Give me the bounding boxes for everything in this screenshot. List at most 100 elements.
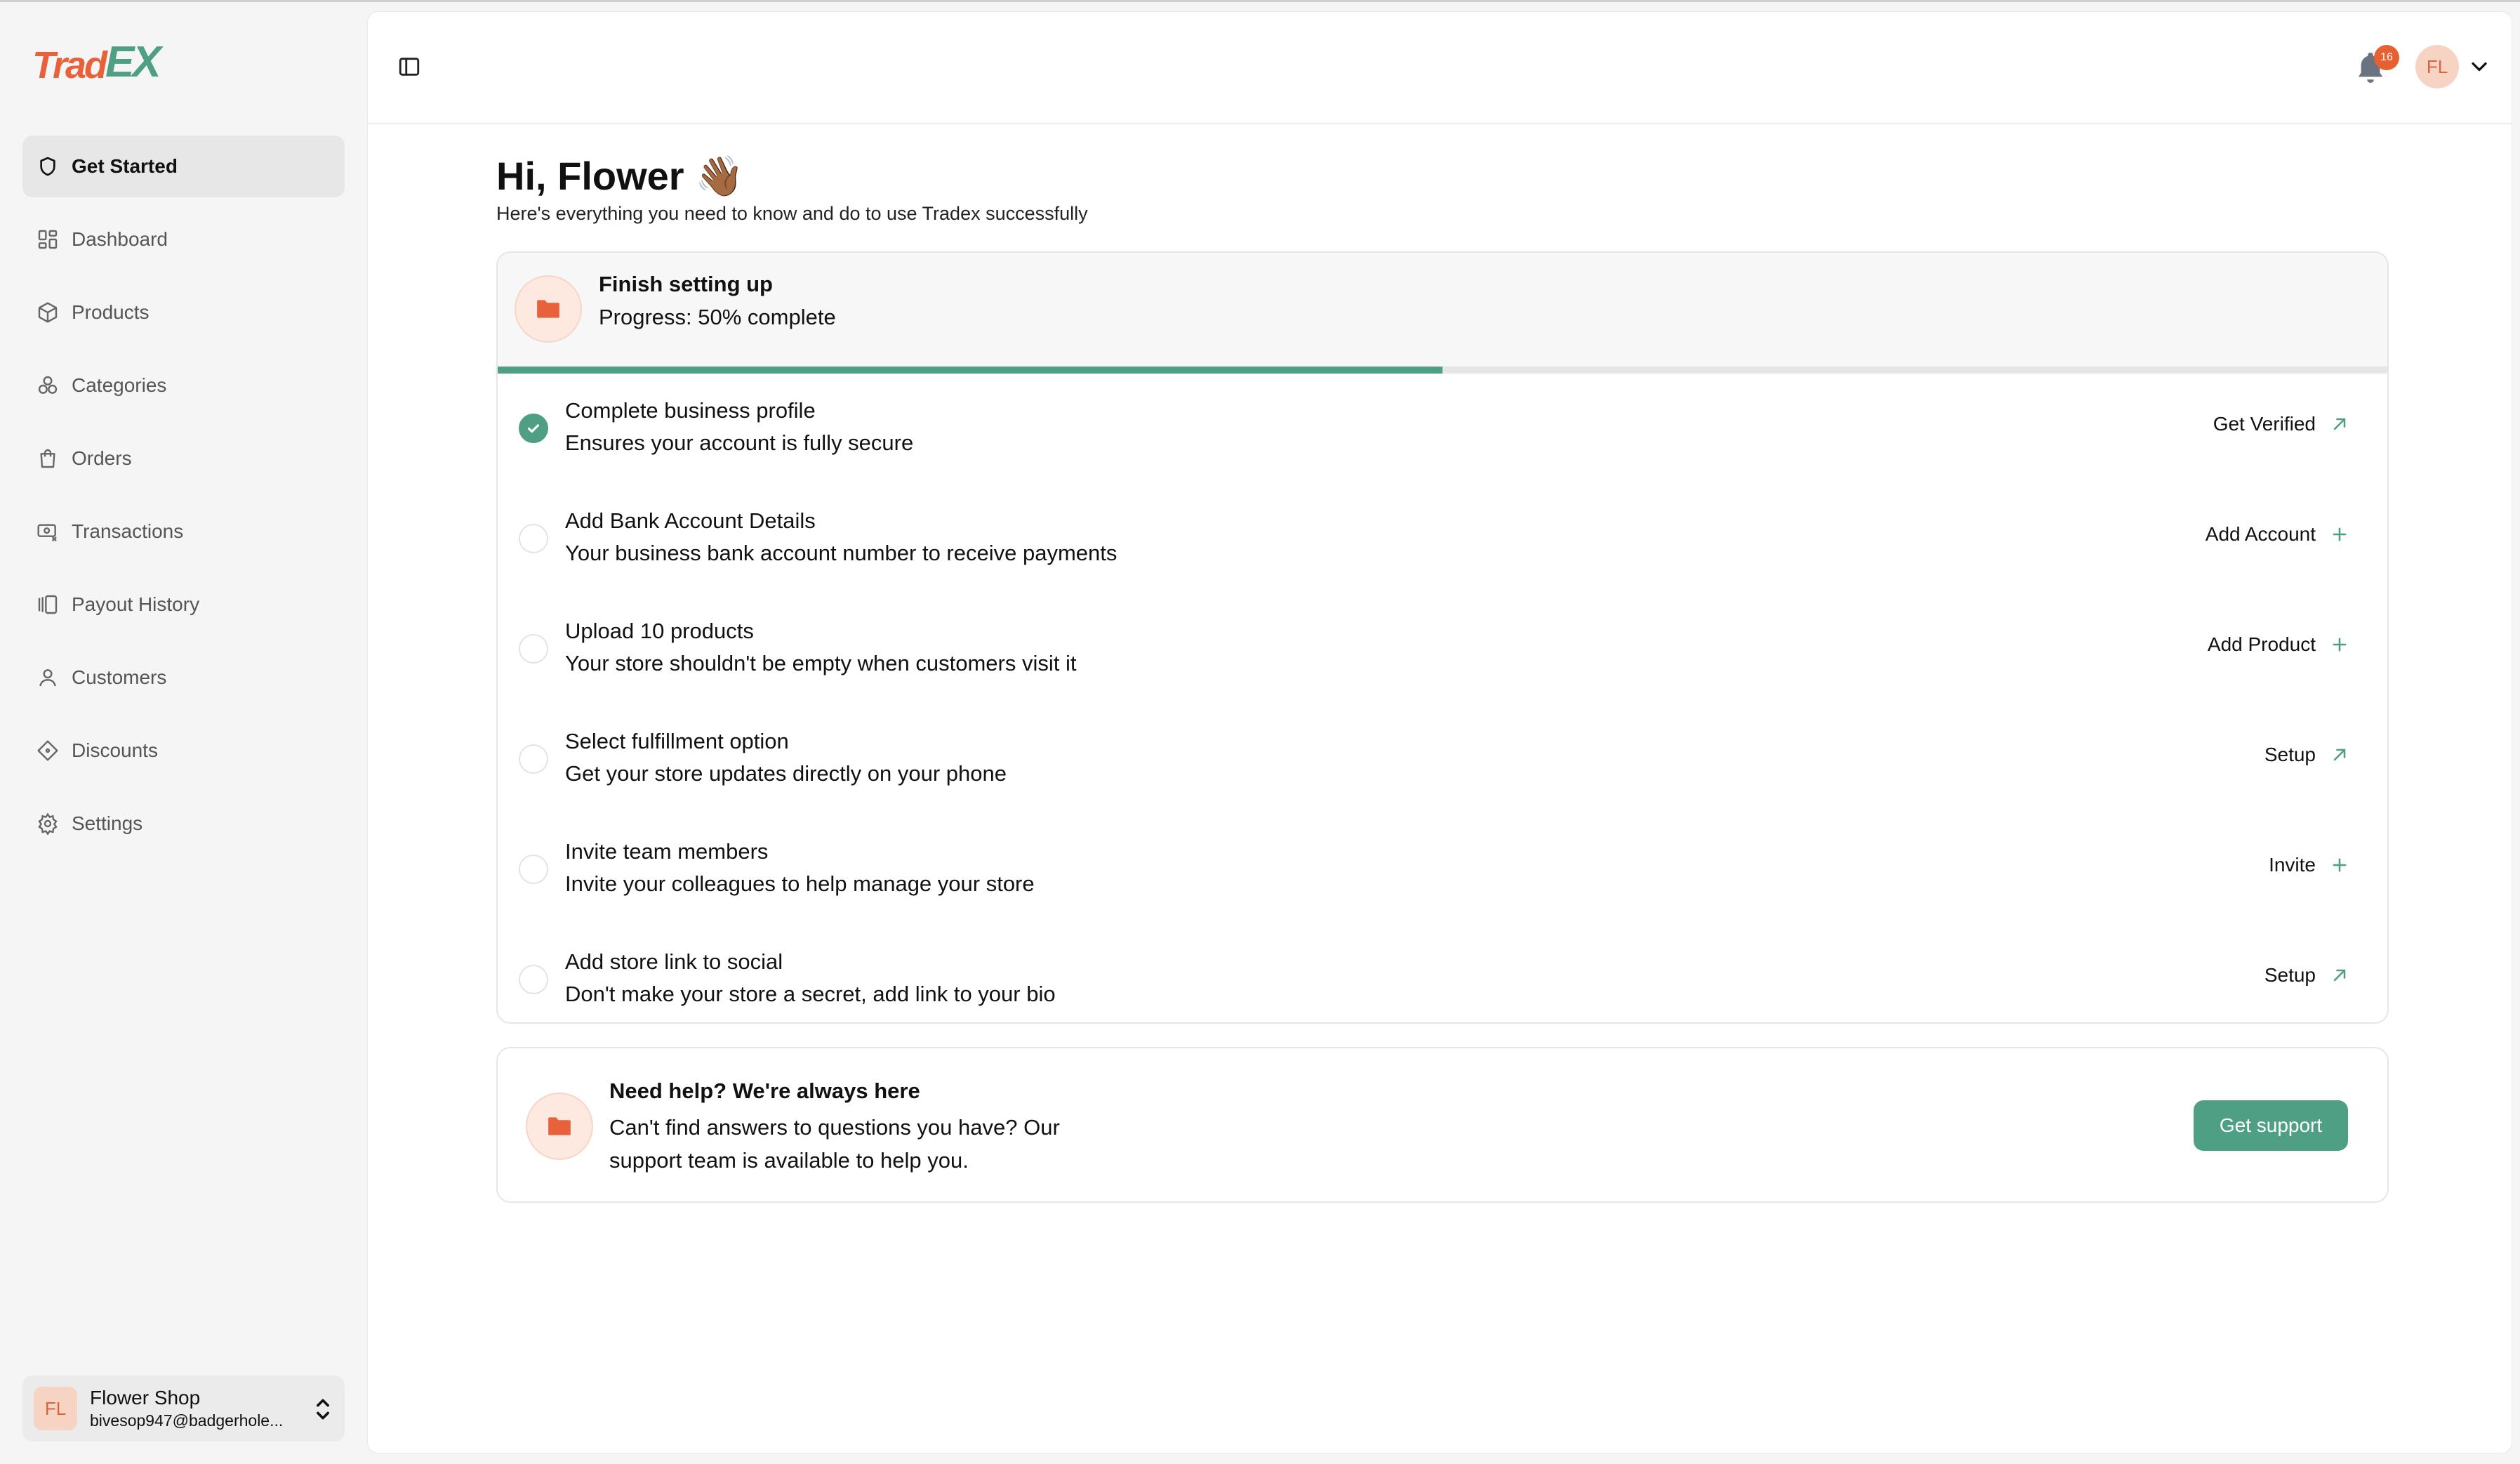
task-item-upload-products: Upload 10 products Your store shouldn't … (498, 594, 2387, 704)
task-checkbox-checked[interactable] (519, 414, 548, 443)
sidebar-item-label: Transactions (72, 520, 184, 542)
sidebar-nav: Get Started Dashboard Products Categorie… (22, 136, 345, 866)
sidebar-toggle-icon[interactable] (397, 55, 421, 79)
sidebar-item-transactions[interactable]: Transactions (22, 501, 345, 562)
plus-icon (2333, 527, 2347, 541)
task-action-label: Setup (2264, 964, 2316, 986)
sidebar: Trad EX Get Started Dashboard Products C… (0, 0, 367, 1464)
sidebar-item-customers[interactable]: Customers (22, 647, 345, 708)
sidebar-item-label: Discounts (72, 739, 158, 761)
task-description: Don't make your store a secret, add link… (565, 982, 1056, 1006)
greeting-section: Hi, Flower 👋🏾 Here's everything you need… (496, 152, 1088, 225)
task-checkbox[interactable] (519, 744, 548, 774)
task-item-bank-account: Add Bank Account Details Your business b… (498, 484, 2387, 594)
task-description: Your store shouldn't be empty when custo… (565, 651, 1077, 675)
task-title: Upload 10 products (565, 619, 754, 643)
folder-icon (515, 275, 582, 343)
task-item-business-profile: Complete business profile Ensures your a… (498, 374, 2387, 484)
check-icon (527, 424, 540, 433)
task-title: Add store link to social (565, 949, 783, 974)
task-description: Ensures your account is fully secure (565, 430, 914, 455)
tag-icon (35, 738, 60, 763)
logo-text-ex: EX (105, 38, 161, 86)
sidebar-item-categories[interactable]: Categories (22, 355, 345, 416)
shield-icon (35, 154, 60, 179)
tradex-logo[interactable]: Trad EX (32, 38, 161, 87)
get-verified-button[interactable]: Get Verified (2213, 413, 2349, 435)
store-info: Flower Shop bivesop947@badgerhole... (90, 1386, 300, 1431)
task-description: Invite your colleagues to help manage yo… (565, 871, 1035, 896)
plus-icon (2333, 638, 2347, 652)
store-name: Flower Shop (90, 1387, 201, 1409)
sidebar-item-discounts[interactable]: Discounts (22, 720, 345, 782)
add-product-button[interactable]: Add Product (2208, 633, 2349, 656)
plus-icon (2333, 858, 2347, 872)
arrow-up-right-icon (2333, 749, 2346, 761)
setup-progress-text: Progress: 50% complete (599, 305, 836, 329)
chevron-up-down-icon (316, 1399, 329, 1420)
setup-checklist-card: Finish setting up Progress: 50% complete… (496, 251, 2389, 1024)
setup-header: Finish setting up Progress: 50% complete (498, 253, 2387, 367)
setup-fulfillment-button[interactable]: Setup (2264, 744, 2349, 766)
task-action-label: Add Product (2207, 633, 2316, 655)
sidebar-item-settings[interactable]: Settings (22, 793, 345, 855)
chevron-down-icon[interactable] (2469, 58, 2490, 75)
payout-icon (35, 592, 60, 617)
setup-progress-fill (498, 367, 1443, 374)
task-checkbox[interactable] (519, 965, 548, 994)
task-description: Get your store updates directly on your … (565, 761, 1007, 786)
main-panel: 16 FL Hi, Flower 👋🏾 Here's everything yo… (367, 11, 2512, 1453)
sidebar-item-get-started[interactable]: Get Started (22, 136, 345, 197)
sidebar-item-payout-history[interactable]: Payout History (22, 574, 345, 635)
setup-title: Finish setting up (599, 272, 773, 296)
task-action-label: Get Verified (2213, 413, 2316, 435)
page-subtitle: Here's everything you need to know and d… (496, 203, 1088, 224)
sidebar-item-label: Dashboard (72, 228, 168, 250)
task-title: Complete business profile (565, 398, 816, 423)
app-root: Trad EX Get Started Dashboard Products C… (0, 0, 2520, 1464)
task-list: Complete business profile Ensures your a… (498, 374, 2387, 1022)
task-checkbox[interactable] (519, 634, 548, 664)
sidebar-item-label: Customers (72, 666, 167, 688)
sidebar-item-label: Products (72, 301, 150, 323)
sidebar-item-dashboard[interactable]: Dashboard (22, 209, 345, 270)
notification-count-badge: 16 (2374, 45, 2399, 70)
sidebar-item-label: Payout History (72, 593, 200, 615)
task-item-invite-team: Invite team members Invite your colleagu… (498, 815, 2387, 925)
task-action-label: Add Account (2205, 523, 2316, 545)
store-email: bivesop947@badgerhole... (90, 1411, 284, 1430)
sidebar-item-label: Orders (72, 447, 132, 469)
help-description: Can't find answers to questions you have… (609, 1115, 1060, 1173)
setup-social-button[interactable]: Setup (2264, 964, 2349, 987)
box-icon (35, 300, 60, 325)
transactions-icon (35, 519, 60, 544)
help-title: Need help? We're always here (609, 1079, 920, 1103)
task-title: Add Bank Account Details (565, 508, 816, 533)
gear-icon (35, 811, 60, 836)
dashboard-icon (35, 227, 60, 252)
arrow-up-right-icon (2333, 969, 2346, 982)
setup-progress-bar (498, 367, 2387, 374)
task-item-fulfillment: Select fulfillment option Get your store… (498, 704, 2387, 815)
add-account-button[interactable]: Add Account (2206, 523, 2349, 546)
shopping-bag-icon (35, 446, 60, 471)
task-action-label: Setup (2264, 744, 2316, 765)
folder-icon (526, 1093, 593, 1160)
user-avatar[interactable]: FL (2415, 45, 2459, 88)
sidebar-item-products[interactable]: Products (22, 282, 345, 343)
task-description: Your business bank account number to rec… (565, 541, 1118, 565)
sidebar-item-label: Categories (72, 374, 167, 396)
window-top-border (0, 0, 2520, 2)
invite-button[interactable]: Invite (2269, 854, 2349, 876)
task-title: Select fulfillment option (565, 729, 789, 753)
store-switcher[interactable]: FL Flower Shop bivesop947@badgerhole... (22, 1376, 345, 1442)
page-title: Hi, Flower 👋🏾 (496, 154, 744, 198)
task-checkbox[interactable] (519, 855, 548, 884)
sidebar-item-label: Settings (72, 812, 143, 834)
task-checkbox[interactable] (519, 524, 548, 553)
get-support-button[interactable]: Get support (2194, 1100, 2348, 1151)
sidebar-item-orders[interactable]: Orders (22, 428, 345, 489)
task-item-social-link: Add store link to social Don't make your… (498, 925, 2387, 1022)
categories-icon (35, 373, 60, 398)
logo-text-trad: Trad (32, 44, 107, 86)
